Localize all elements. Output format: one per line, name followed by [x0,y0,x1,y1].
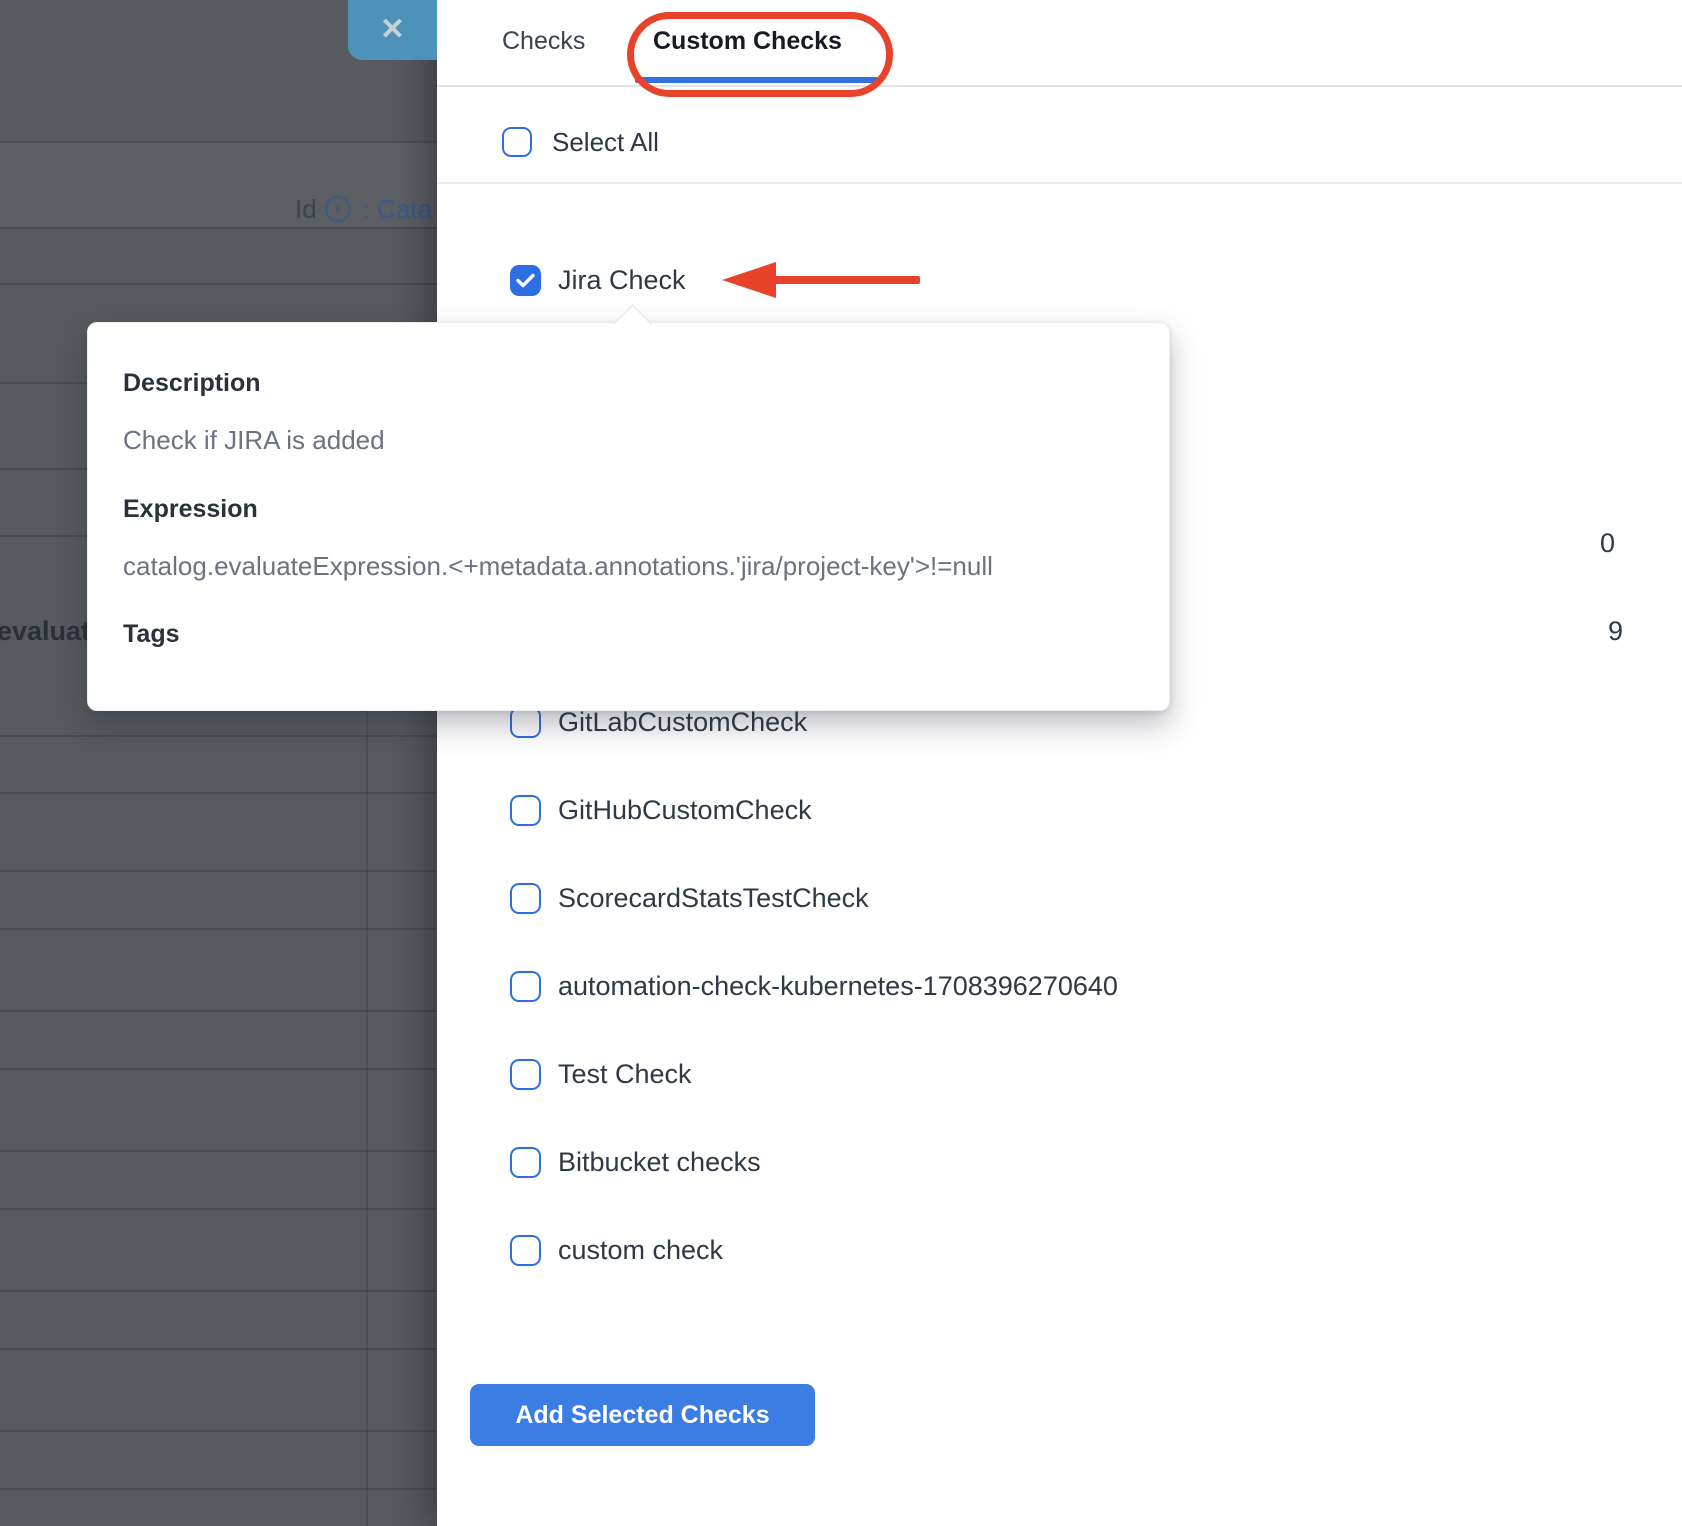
check-label: Bitbucket checks [558,1147,761,1178]
background-table-row-divider [0,792,437,794]
check-label: Jira Check [558,265,686,296]
tab-checks[interactable]: Checks [502,24,585,58]
background-table-row-divider [0,1348,437,1350]
checkbox[interactable] [510,1147,541,1178]
check-list-item[interactable]: custom check [437,1206,1682,1294]
checkbox[interactable] [510,707,541,738]
select-all-label: Select All [552,127,659,158]
close-icon: ✕ [380,15,405,45]
check-list-item[interactable]: Bitbucket checks [437,1118,1682,1206]
checkbox[interactable] [510,883,541,914]
select-all-checkbox[interactable] [502,127,532,157]
checks-drawer: Checks Custom Checks Select All Jira Che… [437,0,1682,1526]
jira-check-tooltip: Description Check if JIRA is added Expre… [87,322,1170,711]
background-table-row-divider [0,141,437,143]
tooltip-expression-heading: Expression [123,495,258,524]
check-list-item[interactable]: GitHubCustomCheck [437,766,1682,854]
check-label: ScorecardStatsTestCheck [558,883,869,914]
screen: Id i : Cata evaluat ✕ Checks Custom Chec… [0,0,1682,1526]
check-label: custom check [558,1235,723,1266]
tooltip-tags-heading: Tags [123,620,180,649]
background-table-row-divider [0,1068,437,1070]
select-all-divider [437,182,1682,184]
check-list-item[interactable]: Jira Check [437,236,1682,324]
background-table-row-divider [0,870,437,872]
tabs-divider [437,85,1682,87]
background-table-row-divider [0,1150,437,1152]
select-all-row[interactable]: Select All [437,113,1682,171]
background-table-row-divider [0,1208,437,1210]
active-tab-underline [635,77,878,83]
tab-custom-checks[interactable]: Custom Checks [653,24,842,58]
background-table-header: Id i : Cata [295,194,432,224]
info-icon: i [325,196,351,222]
background-table-row-divider [0,283,437,285]
background-table-row-divider [0,928,437,930]
check-label: GitLabCustomCheck [558,707,807,738]
checkbox[interactable] [510,795,541,826]
id-column-label: Id [295,194,317,225]
background-table-row-divider [0,1290,437,1292]
background-table-row-divider [0,227,437,229]
background-table-row-divider [0,1010,437,1012]
tooltip-description-text: Check if JIRA is added [123,425,385,456]
background-table-column-divider [366,711,368,1526]
checkbox-checked[interactable] [510,265,541,296]
check-label: GitHubCustomCheck [558,795,812,826]
tooltip-expression-text: catalog.evaluateExpression.<+metadata.an… [123,551,993,582]
obscured-check-label-fragment: 0 [1600,528,1615,559]
background-row-fragment: evaluat [0,616,90,647]
checkbox[interactable] [510,971,541,1002]
id-column-value: : Cata [363,194,432,225]
checkbox[interactable] [510,1059,541,1090]
background-table-row-divider [0,1488,437,1490]
add-selected-checks-button[interactable]: Add Selected Checks [470,1384,815,1446]
check-list-item[interactable]: Test Check [437,1030,1682,1118]
checkbox[interactable] [510,1235,541,1266]
dimmed-background: Id i : Cata evaluat [0,0,437,1526]
background-table-row-divider [0,1430,437,1432]
close-button[interactable]: ✕ [348,0,437,60]
tooltip-description-heading: Description [123,369,261,398]
check-list-item[interactable]: automation-check-kubernetes-170839627064… [437,942,1682,1030]
check-label: Test Check [558,1059,692,1090]
check-label: automation-check-kubernetes-170839627064… [558,971,1118,1002]
background-table-row-divider [0,735,437,737]
obscured-check-label-fragment: 9 [1608,616,1623,647]
check-list-item[interactable]: ScorecardStatsTestCheck [437,854,1682,942]
